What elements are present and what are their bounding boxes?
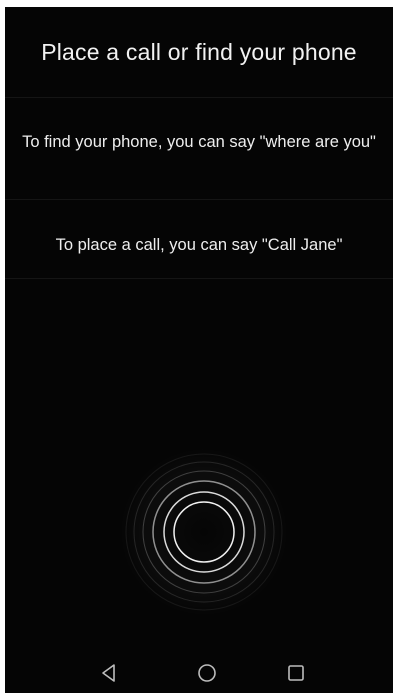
system-navigation-bar (5, 649, 393, 693)
place-call-hint: To place a call, you can say "Call Jane" (55, 236, 343, 254)
back-triangle-icon (102, 664, 115, 682)
back-button[interactable] (97, 661, 121, 685)
voice-command-screen: Place a call or find your phone To find … (5, 7, 393, 693)
voice-listening-button[interactable] (119, 447, 289, 617)
home-button[interactable] (195, 661, 219, 685)
page-title: Place a call or find your phone (41, 39, 357, 65)
home-circle-icon (198, 664, 216, 682)
divider (5, 97, 393, 98)
recents-square-icon (288, 665, 304, 681)
recents-button[interactable] (284, 661, 308, 685)
microphone-pulse-icon (120, 448, 288, 616)
divider (5, 278, 393, 279)
divider (5, 199, 393, 200)
find-phone-hint: To find your phone, you can say "where a… (22, 133, 376, 151)
